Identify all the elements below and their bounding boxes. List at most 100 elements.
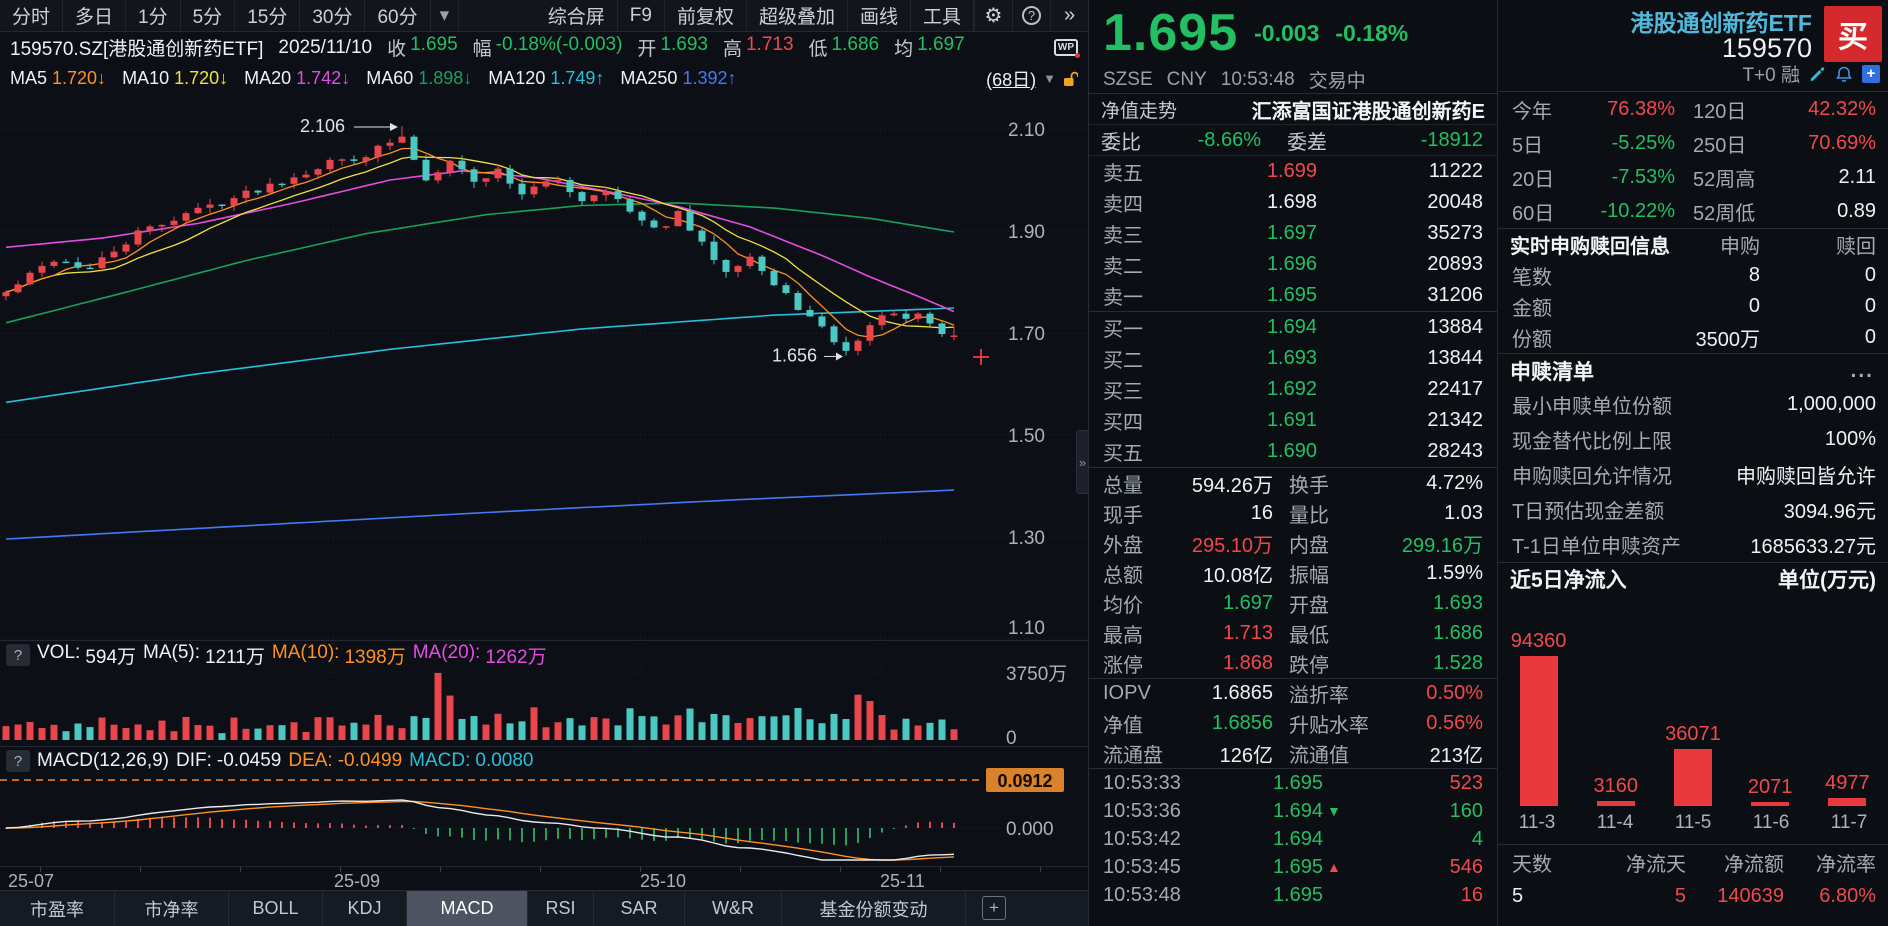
- wp-glyph: WP: [1054, 39, 1078, 56]
- orderbook-bid-5[interactable]: 买五1.69028243: [1089, 436, 1497, 467]
- dea-value: -0.0499: [338, 750, 402, 772]
- subscription-row: 金额00: [1498, 291, 1888, 322]
- chart-toolbar: 分时多日1分5分15分30分60分 ▾ 综合屏F9前复权超级叠加画线工具 ⚙ ?…: [0, 0, 1088, 32]
- menu-tools[interactable]: 工具: [911, 0, 974, 31]
- weibi-value: -8.66%: [1141, 129, 1261, 152]
- trading-status: 交易中: [1309, 66, 1366, 93]
- symbol-label[interactable]: 159570.SZ[港股通创新药ETF]: [10, 34, 263, 61]
- orderbook-ask-1[interactable]: 卖五1.69911222: [1089, 156, 1497, 187]
- nav-row: 净值走势 汇添富国证港股通创新药E: [1089, 94, 1497, 125]
- net-inflow-dates: 11-311-411-511-611-7: [1498, 806, 1888, 840]
- svg-text:1.10: 1.10: [1008, 618, 1045, 639]
- more-chevron-icon[interactable]: »: [1050, 0, 1088, 31]
- menu-f9[interactable]: F9: [618, 0, 665, 31]
- more-ellipsis[interactable]: ...: [1850, 359, 1888, 383]
- net-rate-header: 净流率: [1790, 848, 1888, 877]
- orderbook-bid-1[interactable]: 买一1.69413884: [1089, 312, 1497, 343]
- tab-kdj[interactable]: KDJ: [323, 891, 407, 926]
- orderbook-bid-2[interactable]: 买二1.69313844: [1089, 343, 1497, 374]
- stats-grid: 总量594.26万换手4.72%现手16量比1.03外盘295.10万内盘299…: [1089, 468, 1497, 768]
- menu-forward-adjusted[interactable]: 前复权: [665, 0, 747, 31]
- flow-bar-11-4: 3160: [1577, 775, 1654, 806]
- orderbook-ask-5[interactable]: 卖一1.69531206: [1089, 280, 1497, 311]
- price-change-pct: -0.18%: [1335, 20, 1408, 47]
- timeframe-5min[interactable]: 5分: [181, 0, 236, 31]
- orderbook-ask-4[interactable]: 卖二1.69620893: [1089, 249, 1497, 280]
- svg-text:2.10: 2.10: [1008, 120, 1045, 141]
- redeem-col-header: 赎回: [1760, 230, 1888, 259]
- axis-tick: [140, 867, 141, 872]
- candlestick-chart[interactable]: 2.101.901.701.501.301.102.1061.656: [0, 94, 1088, 640]
- collapse-panel-handle[interactable]: »: [1076, 430, 1088, 494]
- tab-pb-ratio[interactable]: 市净率: [115, 891, 229, 926]
- instrument-header: 港股通创新药ETF 159570 买 T+0 融 +: [1498, 0, 1888, 92]
- dea-label: DEA:: [288, 750, 332, 772]
- flow-bar-11-5: 36071: [1654, 723, 1731, 806]
- buy-button[interactable]: 买: [1824, 6, 1882, 62]
- axis-tick: [440, 867, 441, 872]
- macd-value: 0.0080: [475, 750, 533, 772]
- orderbook-ask-2[interactable]: 卖四1.69820048: [1089, 187, 1497, 218]
- orderbook-ask-3[interactable]: 卖三1.69735273: [1089, 218, 1497, 249]
- indicator-help-icon[interactable]: ?: [6, 750, 30, 772]
- t0-margin-badges: T+0 融: [1742, 60, 1800, 87]
- tab-wr[interactable]: W&R: [685, 891, 782, 926]
- alert-bell-icon[interactable]: [1835, 65, 1853, 83]
- tab-boll[interactable]: BOLL: [229, 891, 323, 926]
- redemption-row: 现金替代比例上限100%: [1498, 422, 1888, 457]
- add-indicator-icon[interactable]: +: [982, 896, 1006, 920]
- tab-pe-ratio[interactable]: 市盈率: [0, 891, 115, 926]
- edit-pencil-icon[interactable]: [1809, 65, 1826, 82]
- axis-label-25-09: 25-09: [334, 871, 380, 892]
- flow-date: 11-4: [1576, 812, 1654, 834]
- ma-legend-ma20: MA201.742↓: [244, 68, 350, 89]
- time-sales-list: 10:53:331.69552310:53:361.694▼16010:53:4…: [1089, 769, 1497, 909]
- tab-macd[interactable]: MACD: [407, 891, 528, 926]
- orderbook-bid-3[interactable]: 买三1.69222417: [1089, 374, 1497, 405]
- help-icon[interactable]: ?: [1012, 0, 1050, 31]
- fund-name-link[interactable]: 汇添富国证港股通创新药E: [1252, 95, 1485, 124]
- wp-window-icon[interactable]: WP: [1054, 39, 1078, 56]
- vol-ma10-label: MA(10):: [272, 642, 340, 669]
- performance-grid: 今年76.38%120日42.32%5日-5.25%250日70.69%20日-…: [1498, 92, 1888, 228]
- weicha-label: 委差: [1287, 126, 1327, 155]
- settings-gear-icon[interactable]: ⚙: [974, 0, 1012, 31]
- last-price: 1.695: [1103, 3, 1238, 63]
- info-field: 高1.713: [723, 34, 794, 61]
- timeframe-dropdown-caret[interactable]: ▾: [431, 0, 460, 31]
- tab-sar[interactable]: SAR: [594, 891, 685, 926]
- timeframe-60min[interactable]: 60分: [365, 0, 430, 31]
- menu-draw-line[interactable]: 画线: [848, 0, 911, 31]
- menu-composite-screen[interactable]: 综合屏: [536, 0, 618, 31]
- timeframe-15min[interactable]: 15分: [235, 0, 300, 31]
- orderbook-bid-4[interactable]: 买四1.69121342: [1089, 405, 1497, 436]
- axis-tick: [240, 867, 241, 872]
- vol-label: VOL:: [37, 642, 80, 669]
- menu-super-overlay[interactable]: 超级叠加: [747, 0, 848, 31]
- timeframe-1min[interactable]: 1分: [126, 0, 181, 31]
- period-caret-icon[interactable]: ▼: [1043, 71, 1056, 86]
- period-selector[interactable]: (68日): [986, 66, 1036, 92]
- tab-fund-share-change[interactable]: 基金份额变动: [782, 891, 966, 926]
- vol-value: 594万: [85, 642, 136, 669]
- price-change: -0.003: [1254, 20, 1319, 47]
- timeframe-time-share[interactable]: 分时: [0, 0, 63, 31]
- nav-label: 净值走势: [1101, 96, 1177, 123]
- stat-row: 总量594.26万换手4.72%: [1089, 468, 1497, 498]
- quote-info-bar: 159570.SZ[港股通创新药ETF] 2025/11/10 收1.695幅-…: [0, 32, 1088, 63]
- ma-legend-ma120: MA1201.749↑: [488, 68, 604, 89]
- net-days-header: 净流天: [1594, 848, 1692, 877]
- redemption-rows: 最小申赎单位份额1,000,000现金替代比例上限100%申购赎回允许情况申购赎…: [1498, 387, 1888, 562]
- timeframe-multi-day[interactable]: 多日: [63, 0, 126, 31]
- vol-ma20-label: MA(20):: [413, 642, 481, 669]
- volume-header: ? VOL:594万 MA(5):1211万 MA(10):1398万 MA(2…: [0, 643, 1088, 667]
- net-inflow-bar-chart: 9436031603607120714977: [1498, 594, 1888, 806]
- unlock-icon[interactable]: [1063, 71, 1078, 87]
- dif-label: DIF:: [176, 750, 212, 772]
- timeframe-30min[interactable]: 30分: [300, 0, 365, 31]
- tab-rsi[interactable]: RSI: [528, 891, 594, 926]
- indicator-help-icon[interactable]: ?: [6, 644, 30, 666]
- badge-row: T+0 融 +: [1742, 60, 1880, 87]
- add-to-watchlist-icon[interactable]: +: [1862, 65, 1880, 83]
- redemption-row: T日预估现金差额3094.96元: [1498, 492, 1888, 527]
